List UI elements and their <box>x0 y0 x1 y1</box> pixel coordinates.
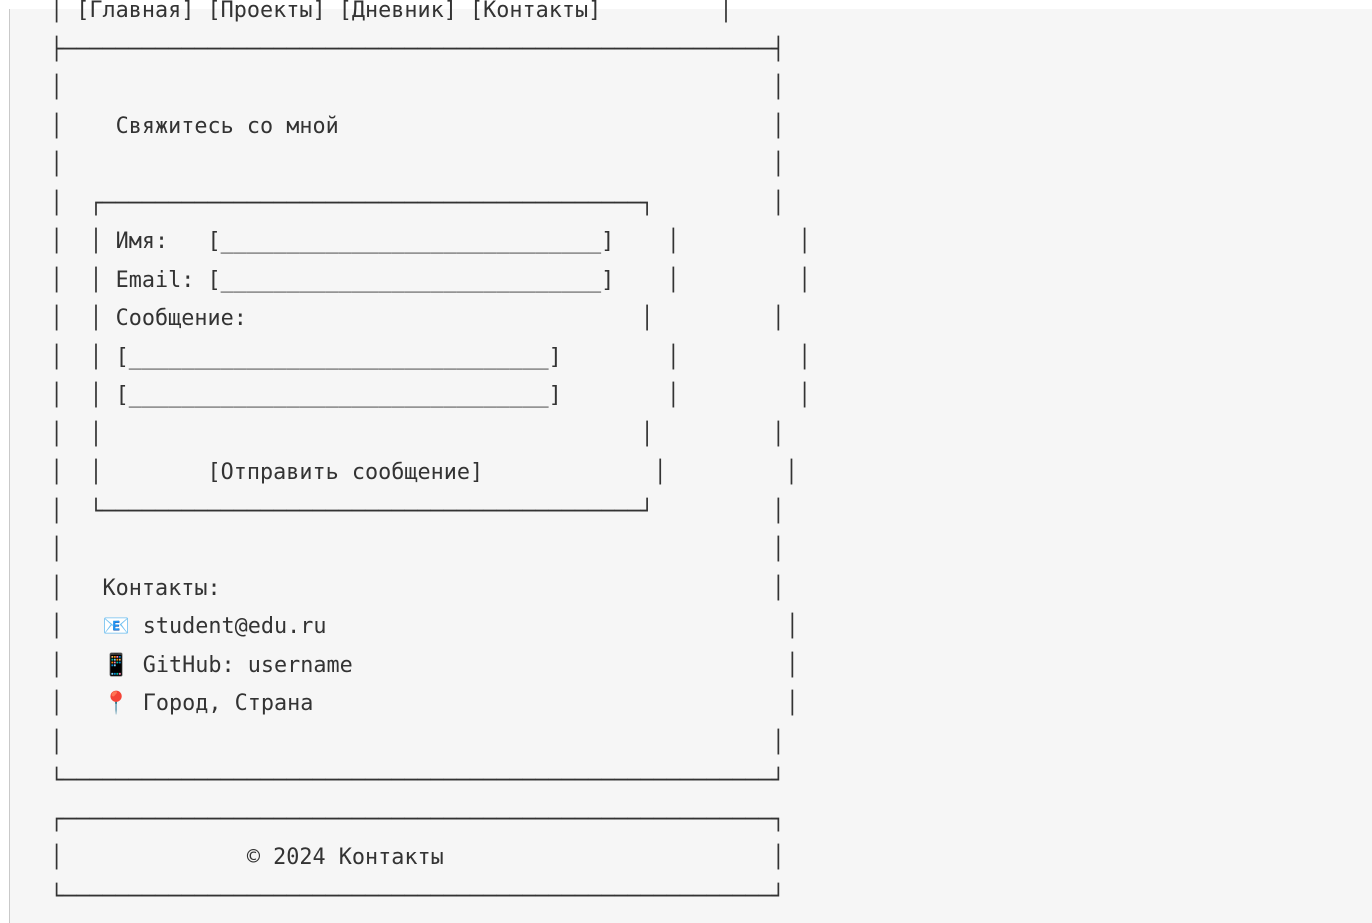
location-pin-icon: 📍 <box>102 691 130 716</box>
submit-button[interactable]: [Отправить сообщение] <box>207 460 483 485</box>
nav-link-diary-label: Дневник <box>351 0 444 23</box>
form-box-line: │ │ │ │ <box>50 421 785 447</box>
ascii-page: │ [Главная] [Проекты] [Дневник] [Контакт… <box>50 0 812 909</box>
footer-frame-top: ┌───────────────────────────────────────… <box>50 806 785 832</box>
contacts-heading: Контакты: <box>102 575 221 601</box>
nav-link-projects-label: Проекты <box>220 0 313 23</box>
email-label: Email: <box>115 267 195 293</box>
nav-frame-left: │ <box>50 0 77 23</box>
footer-frame-bottom: └───────────────────────────────────────… <box>50 883 785 909</box>
email-field[interactable]: [_____________________________] <box>208 268 615 293</box>
main-frame-bottom: └───────────────────────────────────────… <box>50 768 785 793</box>
nav-link-contacts-label: Контакты <box>483 0 589 23</box>
nav-link-home-label: Главная <box>89 0 182 23</box>
contact-location: Город, Страна <box>142 691 314 716</box>
contact-github-link[interactable]: GitHub: username <box>143 653 353 678</box>
nav-link-home[interactable]: [Главная] <box>76 0 194 23</box>
footer-copyright: © 2024 Контакты <box>246 845 444 870</box>
message-field-line-2[interactable]: [________________________________] <box>116 383 562 408</box>
form-box-bottom: │ └─────────────────────────────────────… <box>50 498 785 524</box>
main-frame-line: │ │ <box>50 729 785 755</box>
nav-frame-right: │ <box>601 0 733 23</box>
page-viewport: │ [Главная] [Проекты] [Дневник] [Контакт… <box>9 0 1372 923</box>
name-label: Имя: <box>115 229 169 254</box>
message-label: Сообщение: <box>115 306 247 331</box>
main-frame-line: │ │ <box>50 75 785 100</box>
form-box-top: │ ┌─────────────────────────────────────… <box>50 190 785 216</box>
main-frame-line: │ │ <box>50 537 785 562</box>
page-title: Свяжитесь со мной <box>115 113 339 139</box>
nav-link-projects[interactable]: [Проекты] <box>208 0 326 23</box>
name-field[interactable]: [_____________________________] <box>208 229 615 254</box>
phone-icon: 📱 <box>102 652 130 678</box>
nav-link-diary[interactable]: [Дневник] <box>339 0 457 23</box>
contact-email-link[interactable]: student@edu.ru <box>143 614 327 639</box>
nav-link-contacts[interactable]: [Контакты] <box>470 0 601 23</box>
main-frame-line: │ │ <box>50 152 785 177</box>
message-field-line-1[interactable]: [________________________________] <box>116 345 562 370</box>
nav-divider: ├───────────────────────────────────────… <box>50 36 785 62</box>
envelope-icon: 📧 <box>102 614 130 639</box>
